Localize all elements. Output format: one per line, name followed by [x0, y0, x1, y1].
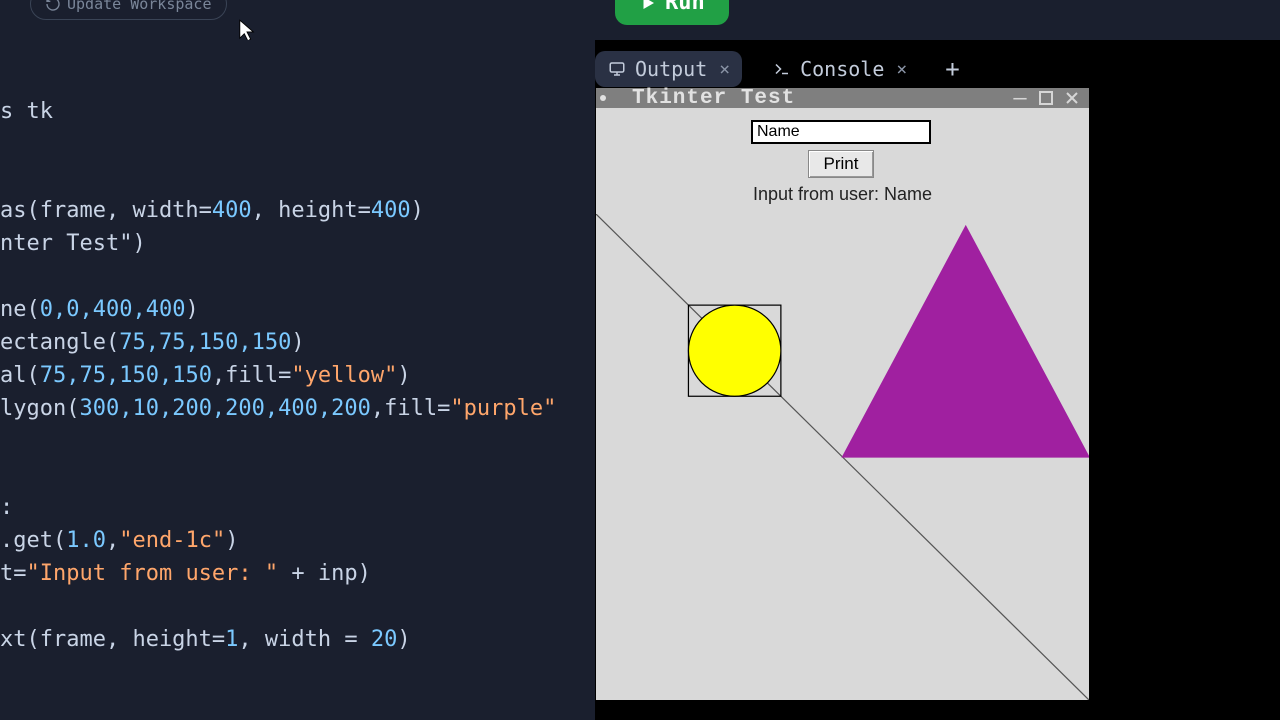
update-workspace-button[interactable]: Update Workspace: [30, 0, 227, 20]
close-icon[interactable]: ×: [719, 59, 730, 80]
add-tab-button[interactable]: +: [937, 53, 967, 85]
code-editor[interactable]: s tk as(frame, width=400, height=400) nt…: [0, 40, 575, 720]
tab-output[interactable]: Output ×: [595, 51, 742, 87]
status-label: Input from user: Name: [596, 184, 1089, 205]
tk-modified-dot-icon: [600, 95, 606, 101]
maximize-button[interactable]: [1033, 88, 1059, 108]
tk-window-body: Name Print Input from user: Name: [596, 108, 1089, 700]
terminal-icon: [772, 60, 792, 78]
maximize-icon: [1038, 90, 1054, 106]
monitor-icon: [607, 60, 627, 78]
close-icon[interactable]: ×: [896, 59, 907, 80]
name-input[interactable]: Name: [751, 120, 931, 144]
close-button[interactable]: [1059, 88, 1085, 108]
update-workspace-label: Update Workspace: [67, 0, 212, 13]
tk-window-title: Tkinter Test: [612, 87, 1007, 110]
play-icon: [639, 0, 657, 12]
canvas-oval: [688, 305, 780, 396]
run-button[interactable]: Run: [615, 0, 729, 25]
minimize-button[interactable]: —: [1007, 88, 1033, 108]
tab-console[interactable]: Console ×: [760, 51, 919, 87]
refresh-icon: [45, 0, 61, 12]
tk-canvas[interactable]: [596, 214, 1089, 700]
output-tabstrip: Output × Console × +: [595, 48, 968, 90]
run-label: Run: [665, 0, 705, 15]
tk-titlebar[interactable]: Tkinter Test —: [596, 88, 1089, 108]
tab-console-label: Console: [800, 57, 884, 81]
print-button[interactable]: Print: [808, 150, 874, 178]
close-icon: [1064, 90, 1080, 106]
tab-output-label: Output: [635, 57, 707, 81]
canvas-triangle: [843, 226, 1090, 457]
